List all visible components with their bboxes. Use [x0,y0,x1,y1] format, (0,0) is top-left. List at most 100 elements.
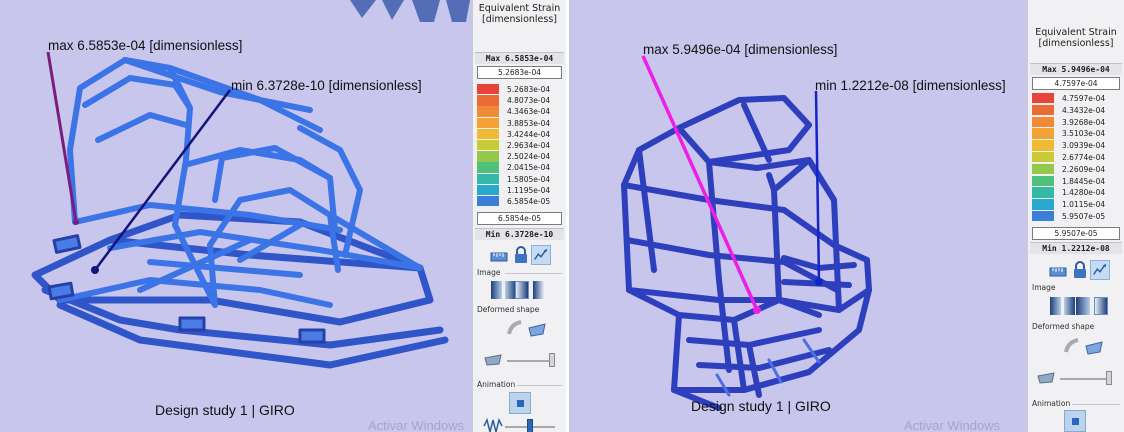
animation-slider-thumb[interactable] [527,419,533,432]
deformed-shape-icon[interactable] [505,318,525,338]
activation-watermark: Activar Windows [904,418,1001,432]
ruler-icon[interactable] [489,247,509,267]
max-probe-label: max 6.5853e-04 [dimensionless] [48,38,243,53]
scale-swatch [477,140,499,151]
scale-swatch [477,151,499,162]
min-probe-label: min 6.3728e-10 [dimensionless] [231,78,422,93]
scale-tick-label: 3.0939e-04 [1062,141,1106,151]
waveform-icon [483,417,503,432]
scale-swatch [477,95,499,106]
scale-swatch [477,173,499,184]
scale-tick-label: 4.3432e-04 [1062,105,1106,115]
right-frame-model [621,55,872,411]
animation-play-button[interactable] [509,392,531,414]
deform-slider-thumb[interactable] [549,353,555,367]
legend-max: Max 5.9496e-04 [1030,63,1122,75]
scale-swatch [477,117,499,128]
lock-icon[interactable] [1070,260,1090,280]
legend-top-value-input[interactable]: 4.7597e-04 [1032,77,1120,90]
scale-swatch [1032,187,1054,198]
scale-swatch [1032,152,1054,163]
scale-tick-label: 5.9507e-05 [1062,212,1106,221]
right-3d-viewport[interactable]: max 5.9496e-04 [dimensionless] min 1.221… [569,0,1027,432]
min-probe-point [815,278,823,286]
legend-bottom-value-input[interactable]: 5.9507e-05 [1032,227,1120,240]
legend-min: Min 1.2212e-08 [1030,242,1122,254]
min-probe-label: min 1.2212e-08 [dimensionless] [815,78,1006,93]
scale-shape-icon [484,354,502,366]
scale-tick-label: 1.5805e-04 [507,174,551,184]
scale-tick-label: 3.5103e-04 [1062,129,1106,139]
scale-swatch [477,162,499,173]
deform-slider-thumb[interactable] [1106,371,1112,385]
left-analysis-window: max 6.5853e-04 [dimensionless] min 6.372… [0,0,566,432]
image-section-label: Image [1032,283,1056,292]
scale-swatch [1032,163,1054,175]
deformed-shape-icon[interactable] [1062,336,1082,356]
scale-tick-label: 2.2609e-04 [1062,164,1106,174]
lock-icon[interactable] [511,245,531,265]
max-probe-point [753,306,761,314]
scale-swatch [1032,211,1054,222]
deformed-shape-active-icon[interactable] [527,320,547,340]
legend-min: Min 6.3728e-10 [475,228,564,240]
scale-tick-label: 4.3463e-04 [507,107,551,117]
scale-swatch [477,184,499,196]
scale-tick-label: 2.6774e-04 [1062,153,1106,162]
deform-slider-track[interactable] [1060,378,1108,380]
scale-tick-label: 6.5854e-05 [507,197,551,206]
logo-fragment-icon [350,0,470,22]
scale-tick-label: 3.8853e-04 [507,118,551,128]
scale-swatch [1032,128,1054,139]
legend-units: [dimensionless] [481,14,557,25]
right-analysis-window: max 5.9496e-04 [dimensionless] min 1.221… [569,0,1124,432]
deformed-section-label: Deformed shape [477,305,540,314]
probe-icon[interactable] [1090,260,1110,280]
legend-top-value-input[interactable]: 5.2683e-04 [477,66,562,79]
activation-watermark: Activar Windows [368,418,465,432]
deformed-section-label: Deformed shape [1032,322,1095,331]
scale-tick-label: 2.0415e-04 [507,163,551,173]
scale-tick-label: 1.4280e-04 [1062,188,1106,198]
min-probe-line [814,90,821,283]
scale-swatch [1032,140,1054,151]
image-gradient-icon[interactable] [491,281,551,301]
scale-shape-icon [1037,372,1055,384]
animation-play-button[interactable] [1064,410,1086,432]
scale-tick-label: 1.8445e-04 [1062,176,1106,186]
scale-swatch [477,196,499,207]
scale-swatch [1032,116,1054,127]
legend-units: [dimensionless] [1038,38,1114,49]
left-frame-model [31,0,470,369]
max-probe-label: max 5.9496e-04 [dimensionless] [643,42,838,57]
scale-tick-label: 1.1195e-04 [507,185,551,195]
animation-section-label: Animation [1032,399,1071,408]
deform-slider-track[interactable] [507,360,553,362]
scale-tick-label: 4.7597e-04 [1062,94,1106,103]
right-legend-panel: Equivalent Strain [dimensionless] Max 5.… [1027,0,1124,432]
left-legend-panel: Equivalent Strain [dimensionless] Max 6.… [472,0,566,432]
scale-tick-label: 2.9634e-04 [507,141,551,150]
scale-tick-label: 2.5024e-04 [507,152,551,162]
max-probe-point [73,219,79,225]
scale-swatch [1032,175,1054,186]
animation-section-label: Animation [477,380,516,389]
legend-max: Max 6.5853e-04 [475,52,564,64]
image-gradient-icon[interactable] [1050,297,1112,319]
left-3d-viewport[interactable]: max 6.5853e-04 [dimensionless] min 6.372… [0,0,472,432]
ruler-icon[interactable] [1048,262,1068,282]
scale-tick-label: 3.9268e-04 [1062,117,1106,127]
deformed-shape-active-icon[interactable] [1084,338,1104,358]
image-section-label: Image [477,268,501,277]
probe-icon[interactable] [531,245,551,265]
scale-swatch [1032,104,1054,116]
scale-tick-label: 3.4244e-04 [507,129,551,139]
scale-tick-label: 4.8073e-04 [507,96,551,106]
legend-bottom-value-input[interactable]: 6.5854e-05 [477,212,562,225]
scale-swatch [477,128,499,140]
study-caption: Design study 1 | GIRO [155,402,295,418]
scale-swatch [477,106,499,117]
scale-tick-label: 1.0115e-04 [1062,200,1106,210]
scale-swatch [1032,199,1054,210]
legend-title: Equivalent Strain [478,3,561,14]
